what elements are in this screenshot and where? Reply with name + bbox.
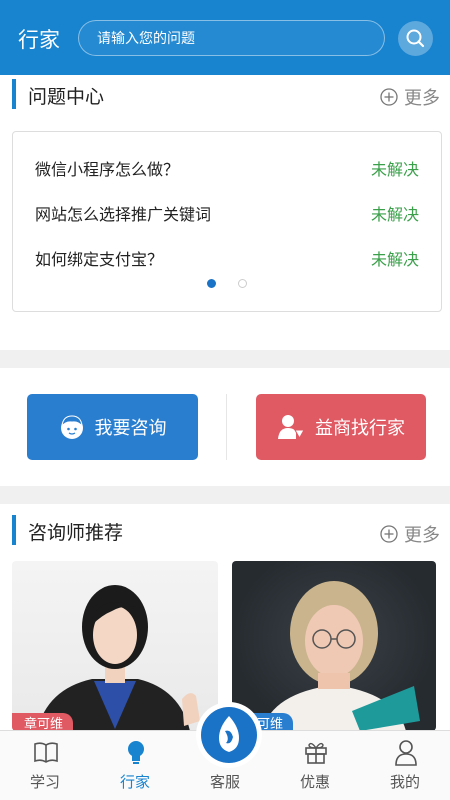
plus-circle-icon xyxy=(380,525,398,543)
search-icon xyxy=(406,29,425,48)
more-label: 更多 xyxy=(404,88,440,109)
more-label: 更多 xyxy=(404,525,440,546)
advisor-card-1[interactable]: 章可维 xyxy=(12,561,218,731)
consult-label: 我要咨询 xyxy=(94,418,167,439)
carousel-pager xyxy=(13,279,441,288)
bulb-icon xyxy=(128,741,144,764)
plus-circle-icon xyxy=(380,88,398,106)
pager-dot-1[interactable] xyxy=(207,279,216,288)
tab-study[interactable]: 学习 xyxy=(0,731,90,800)
advisor-name-tag: 章可维 xyxy=(12,713,74,731)
tab-label: 优惠 xyxy=(299,773,330,791)
gift-icon xyxy=(305,742,327,764)
consult-button[interactable]: 我要咨询 xyxy=(27,394,198,460)
question-row[interactable]: 如何绑定支付宝？ 未解决 xyxy=(35,246,419,270)
question-status: 未解决 xyxy=(370,205,419,224)
question-status: 未解决 xyxy=(370,250,419,269)
question-row[interactable]: 微信小程序怎么做？ 未解决 xyxy=(35,156,419,180)
person-icon xyxy=(395,740,417,766)
service-logo-icon xyxy=(219,716,239,752)
pager-dot-2[interactable] xyxy=(238,279,247,288)
book-icon xyxy=(34,742,58,763)
section-marker xyxy=(12,515,16,545)
section-marker xyxy=(12,79,16,109)
search-input[interactable] xyxy=(97,28,367,50)
advisor-photo xyxy=(37,585,200,731)
question-status: 未解决 xyxy=(370,160,419,179)
divider xyxy=(226,394,227,460)
question-row[interactable]: 网站怎么选择推广关键词 未解决 xyxy=(35,201,419,225)
question-text: 如何绑定支付宝？ xyxy=(35,250,164,269)
question-text: 微信小程序怎么做？ xyxy=(35,160,180,179)
question-text: 网站怎么选择推广关键词 xyxy=(35,205,212,224)
find-expert-button[interactable]: 益商找行家 xyxy=(256,394,426,460)
service-center-button[interactable] xyxy=(196,702,262,768)
top-bar: 行家 xyxy=(0,0,450,75)
advisor-avatar-icon xyxy=(60,415,83,439)
question-center-title: 问题中心 xyxy=(28,86,105,108)
tab-label: 行家 xyxy=(119,773,150,791)
search-box[interactable] xyxy=(78,20,385,56)
tab-label: 我的 xyxy=(389,773,420,791)
tab-label: 客服 xyxy=(209,773,240,791)
app-title: 行家 xyxy=(18,28,60,52)
advisor-card-2[interactable]: 章可维 xyxy=(232,561,436,731)
search-button[interactable] xyxy=(398,21,433,56)
tab-expert[interactable]: 行家 xyxy=(90,731,180,800)
expert-badge-icon xyxy=(278,415,305,440)
advisors-title: 咨询师推荐 xyxy=(28,522,124,544)
question-center-more-button[interactable]: 更多 xyxy=(380,84,440,110)
advisor-photo xyxy=(262,581,420,731)
tab-mine[interactable]: 我的 xyxy=(360,731,450,800)
find-expert-label: 益商找行家 xyxy=(315,418,405,439)
question-list-card: 微信小程序怎么做？ 未解决 网站怎么选择推广关键词 未解决 如何绑定支付宝？ 未… xyxy=(12,131,442,312)
tab-label: 学习 xyxy=(29,773,60,791)
advisors-more-button[interactable]: 更多 xyxy=(380,521,440,547)
tab-discount[interactable]: 优惠 xyxy=(270,731,360,800)
